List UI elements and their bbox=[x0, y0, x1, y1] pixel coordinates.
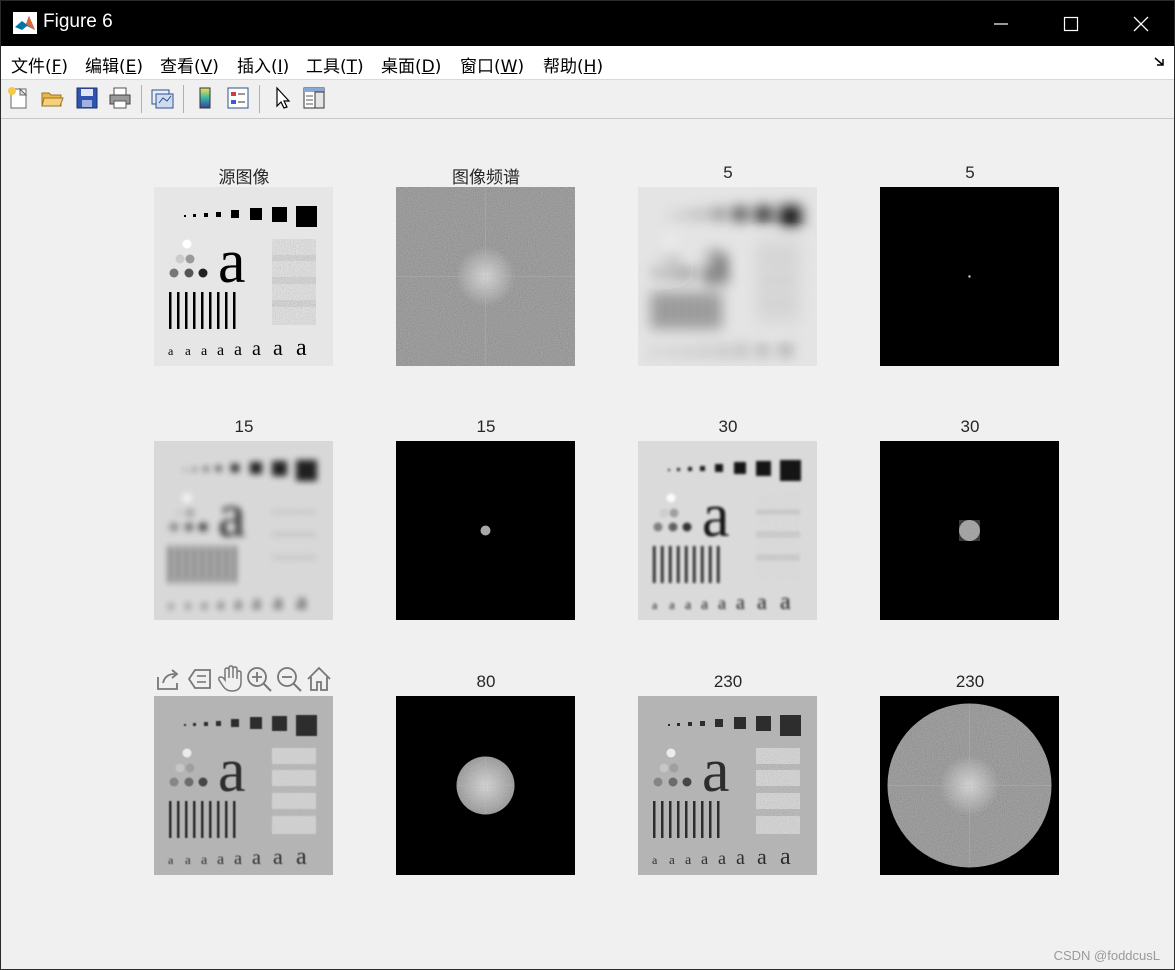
spectrum-image-axes[interactable] bbox=[396, 187, 575, 366]
menu-file[interactable]: 文件(F) bbox=[11, 52, 68, 77]
menu-view-suffix: ) bbox=[212, 57, 219, 77]
close-button[interactable] bbox=[1106, 1, 1175, 46]
axes-title-mask-15: 15 bbox=[476, 417, 496, 436]
menu-insert[interactable]: 插入(I) bbox=[237, 52, 289, 77]
minimize-button[interactable] bbox=[966, 1, 1036, 46]
menu-bar: 文件(F) 编辑(E) 查看(V) 插入(I) 工具(T) 桌面(D) 窗口(W… bbox=[1, 46, 1174, 80]
close-icon bbox=[1133, 16, 1149, 31]
menu-file-label: 文件( bbox=[11, 57, 52, 77]
axes-title-filtered-30: 30 bbox=[718, 417, 738, 436]
menu-insert-label: 插入( bbox=[237, 57, 278, 77]
menu-file-suffix: ) bbox=[61, 57, 69, 77]
maximize-icon bbox=[1063, 16, 1079, 31]
menu-desktop[interactable]: 桌面(D) bbox=[381, 52, 441, 77]
home-icon[interactable] bbox=[305, 665, 333, 693]
menu-help[interactable]: 帮助(H) bbox=[543, 52, 603, 77]
title-bar: Figure 6 bbox=[1, 1, 1174, 46]
menu-edit-key: E bbox=[125, 57, 137, 77]
filtered-image-80-axes[interactable] bbox=[154, 696, 333, 875]
menu-desktop-label: 桌面( bbox=[381, 57, 422, 77]
filtered-image-15-axes[interactable] bbox=[154, 441, 333, 620]
menu-window-label: 窗口( bbox=[460, 57, 501, 77]
menu-tools-label: 工具( bbox=[306, 57, 347, 77]
axes-title-mask-230: 230 bbox=[955, 672, 985, 691]
csdn-watermark: CSDN @foddcusL bbox=[1053, 948, 1160, 963]
print-icon[interactable] bbox=[107, 85, 133, 111]
mask-230-axes[interactable] bbox=[880, 696, 1059, 875]
menu-tools[interactable]: 工具(T) bbox=[306, 52, 364, 77]
menu-edit-suffix: ) bbox=[136, 57, 144, 77]
menu-view-key: V bbox=[200, 57, 213, 77]
menu-tools-suffix: ) bbox=[357, 57, 364, 77]
figure-toolbar bbox=[1, 80, 1174, 119]
menu-help-label: 帮助( bbox=[543, 57, 584, 77]
pointer-icon[interactable] bbox=[269, 85, 295, 111]
menu-tools-key: T bbox=[346, 57, 358, 77]
link-plot-icon[interactable] bbox=[149, 85, 175, 111]
property-inspector-icon[interactable] bbox=[301, 85, 327, 111]
mask-80-axes[interactable] bbox=[396, 696, 575, 875]
menu-window-suffix: ) bbox=[517, 57, 525, 77]
dock-arrow-icon[interactable] bbox=[1154, 55, 1166, 67]
menu-edit-label: 编辑( bbox=[85, 57, 126, 77]
menu-window-key: W bbox=[500, 57, 518, 77]
menu-help-key: H bbox=[583, 57, 597, 77]
toolbar-separator bbox=[183, 85, 184, 113]
mask-30-axes[interactable] bbox=[880, 441, 1059, 620]
axes-title-source: 源图像 bbox=[218, 168, 270, 187]
open-file-icon[interactable] bbox=[39, 85, 65, 111]
filtered-image-30-axes[interactable] bbox=[638, 441, 817, 620]
menu-edit[interactable]: 编辑(E) bbox=[85, 52, 143, 77]
axes-title-mask-5: 5 bbox=[965, 163, 975, 182]
menu-window[interactable]: 窗口(W) bbox=[460, 52, 524, 77]
figure-window: Figure 6 文件(F) 编辑(E) 查看(V) 插入(I) 工具(T) 桌… bbox=[0, 0, 1175, 970]
axes-title-filtered-5: 5 bbox=[723, 163, 733, 182]
zoom-in-icon[interactable] bbox=[245, 665, 273, 693]
new-figure-icon[interactable] bbox=[6, 85, 32, 111]
axes-title-spectrum: 图像频谱 bbox=[452, 168, 520, 187]
menu-view[interactable]: 查看(V) bbox=[160, 52, 219, 77]
toolbar-separator bbox=[259, 85, 260, 113]
axes-title-mask-30: 30 bbox=[960, 417, 980, 436]
menu-help-suffix: ) bbox=[596, 57, 604, 77]
matlab-icon bbox=[13, 12, 37, 34]
data-tips-icon[interactable] bbox=[186, 665, 214, 693]
pan-hand-icon[interactable] bbox=[216, 665, 244, 693]
filtered-image-230-axes[interactable] bbox=[638, 696, 817, 875]
menu-file-key: F bbox=[51, 57, 62, 77]
legend-icon[interactable] bbox=[225, 85, 251, 111]
menu-insert-suffix: ) bbox=[282, 57, 290, 77]
mask-5-axes[interactable] bbox=[880, 187, 1059, 366]
axes-title-filtered-15: 15 bbox=[234, 417, 254, 436]
menu-view-label: 查看( bbox=[160, 57, 201, 77]
menu-desktop-key: D bbox=[421, 57, 435, 77]
source-image-axes[interactable] bbox=[154, 187, 333, 366]
save-icon[interactable] bbox=[74, 85, 100, 111]
menu-desktop-suffix: ) bbox=[434, 57, 442, 77]
minimize-icon bbox=[994, 22, 1008, 25]
axes-title-filtered-230: 230 bbox=[713, 672, 743, 691]
maximize-button[interactable] bbox=[1036, 1, 1106, 46]
toolbar-separator bbox=[141, 85, 142, 113]
mask-15-axes[interactable] bbox=[396, 441, 575, 620]
zoom-out-icon[interactable] bbox=[275, 665, 303, 693]
filtered-image-5-axes[interactable] bbox=[638, 187, 817, 366]
colorbar-icon[interactable] bbox=[192, 85, 218, 111]
axes-title-mask-80: 80 bbox=[476, 672, 496, 691]
export-icon[interactable] bbox=[155, 665, 183, 693]
window-title: Figure 6 bbox=[43, 11, 113, 32]
